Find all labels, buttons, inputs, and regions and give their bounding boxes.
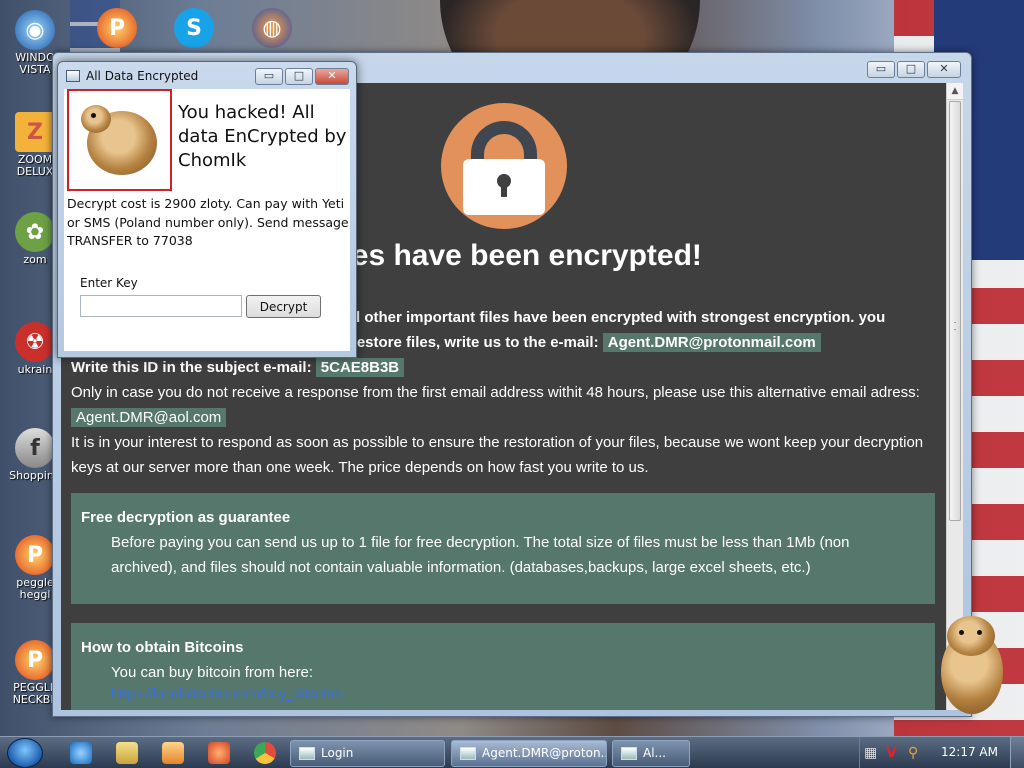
taskbar-item-label: Al... bbox=[643, 746, 666, 760]
hamster-head bbox=[947, 616, 995, 656]
minimize-button[interactable]: ▭ bbox=[867, 61, 895, 78]
desktop-icon-peggle-top[interactable]: P bbox=[80, 8, 154, 48]
hamster-eye bbox=[977, 630, 982, 635]
window-app-icon bbox=[460, 747, 476, 760]
zoom-game-icon: Z bbox=[15, 112, 55, 152]
hamster-head bbox=[81, 105, 111, 133]
padlock-icon bbox=[441, 103, 567, 229]
start-button[interactable] bbox=[7, 738, 43, 768]
victim-id[interactable]: 5CAE8B3B bbox=[315, 358, 405, 377]
hamster-desktop-gadget bbox=[935, 612, 1010, 722]
app-window-icon bbox=[66, 70, 80, 82]
intro-line-2-text: restore files, write us to the e-mail: bbox=[351, 334, 599, 351]
skype-icon: S bbox=[174, 8, 214, 48]
alt-email-text: Only in case you do not receive a respon… bbox=[71, 384, 920, 401]
login-app-icon bbox=[299, 747, 315, 760]
taskbar-item-login[interactable]: Login bbox=[290, 740, 445, 767]
hamster-eye bbox=[959, 630, 964, 635]
hamster-eye bbox=[91, 113, 96, 118]
intro-line-1: d other important files have been encryp… bbox=[351, 309, 886, 326]
game-icon[interactable] bbox=[208, 742, 230, 764]
taskbar-item-ransom[interactable]: Agent.DMR@proton... bbox=[451, 740, 607, 767]
key-label: Enter Key bbox=[80, 276, 138, 290]
scroll-up-arrow-icon[interactable]: ▲ bbox=[947, 83, 963, 100]
taskbar-item-label: Agent.DMR@proton... bbox=[482, 746, 607, 760]
small-window-content: You hacked! All data EnCrypted by ChomIk… bbox=[64, 89, 350, 351]
folder-icon[interactable] bbox=[116, 742, 138, 764]
scrollbar-grip bbox=[954, 322, 956, 330]
bitcoin-text: You can buy bitcoin from here: bbox=[111, 664, 314, 681]
globe-icon: ◍ bbox=[252, 8, 292, 48]
free-decryption-panel: Free decryption as guarantee Before payi… bbox=[71, 493, 935, 604]
window-app-icon bbox=[621, 747, 637, 760]
maximize-button[interactable]: □ bbox=[285, 68, 313, 85]
ransom-cost-text: Decrypt cost is 2900 zloty. Can pay with… bbox=[67, 196, 349, 248]
network-icon[interactable]: ▦ bbox=[864, 745, 877, 761]
primary-email[interactable]: Agent.DMR@protonmail.com bbox=[602, 333, 821, 352]
peggle-icon: P bbox=[97, 8, 137, 48]
chrome-icon[interactable] bbox=[254, 742, 276, 764]
taskbar-item-label: Login bbox=[321, 746, 354, 760]
key-input[interactable] bbox=[80, 295, 242, 317]
id-label: Write this ID in the subject e-mail: bbox=[71, 359, 312, 376]
id-line: Write this ID in the subject e-mail: 5CA… bbox=[71, 355, 935, 380]
padlock-body bbox=[463, 159, 545, 215]
keyhole-slot bbox=[501, 183, 507, 197]
scrollbar-thumb[interactable] bbox=[949, 101, 961, 521]
desktop-icon-skype[interactable]: S bbox=[157, 8, 231, 48]
free-decryption-text: Before paying you can send us up to 1 fi… bbox=[111, 534, 850, 576]
taskbar: Login Agent.DMR@proton... Al... ▦ V ⚲ 12… bbox=[0, 736, 1024, 768]
hamster-image bbox=[67, 89, 172, 191]
alt-email-paragraph: Only in case you do not receive a respon… bbox=[71, 380, 935, 430]
window-title: All Data Encrypted bbox=[66, 69, 198, 83]
interest-paragraph: It is in your interest to respond as soo… bbox=[71, 434, 924, 476]
window-controls: ▭ □ ✕ bbox=[867, 61, 961, 78]
radiation-icon: ☢ bbox=[15, 322, 55, 362]
bitcoin-title: How to obtain Bitcoins bbox=[81, 639, 244, 656]
clock[interactable]: 12:17 AM bbox=[941, 745, 998, 759]
all-data-encrypted-window[interactable]: All Data Encrypted ▭ □ ✕ You hacked! All… bbox=[57, 61, 357, 358]
flash-icon: f bbox=[15, 428, 55, 468]
close-button[interactable]: ✕ bbox=[315, 68, 349, 85]
close-button[interactable]: ✕ bbox=[927, 61, 961, 78]
flower-icon: ✿ bbox=[15, 212, 55, 252]
search-tray-icon[interactable]: ⚲ bbox=[908, 745, 918, 761]
window-controls: ▭ □ ✕ bbox=[255, 68, 349, 85]
free-decryption-title: Free decryption as guarantee bbox=[81, 509, 291, 526]
window-title-text: All Data Encrypted bbox=[86, 69, 199, 83]
peggle-icon: P bbox=[15, 640, 55, 680]
desktop-icon-globe[interactable]: ◍ bbox=[235, 8, 309, 48]
peggle-icon: P bbox=[15, 535, 55, 575]
minimize-button[interactable]: ▭ bbox=[255, 68, 283, 85]
hacked-message: You hacked! All data EnCrypted by ChomIk bbox=[178, 102, 347, 171]
bitcoin-link[interactable]: https://localbitcoins.com/buy_bitcoins bbox=[71, 685, 935, 701]
bitcoin-panel: How to obtain Bitcoins You can buy bitco… bbox=[71, 623, 935, 710]
alternative-email[interactable]: Agent.DMR@aol.com bbox=[71, 408, 227, 427]
show-desktop-button[interactable] bbox=[1010, 737, 1024, 768]
decrypt-button[interactable]: Decrypt bbox=[246, 295, 321, 318]
vista-theme-icon: ◉ bbox=[15, 10, 55, 50]
maximize-button[interactable]: □ bbox=[897, 61, 925, 78]
media-player-icon[interactable] bbox=[162, 742, 184, 764]
antivirus-icon[interactable]: V bbox=[886, 745, 897, 761]
system-tray: ▦ V ⚲ 12:17 AM bbox=[859, 737, 1024, 768]
internet-explorer-icon[interactable] bbox=[70, 742, 92, 764]
taskbar-item-all-data[interactable]: Al... bbox=[612, 740, 690, 767]
intro-line-2: restore files, write us to the e-mail: A… bbox=[351, 330, 935, 355]
